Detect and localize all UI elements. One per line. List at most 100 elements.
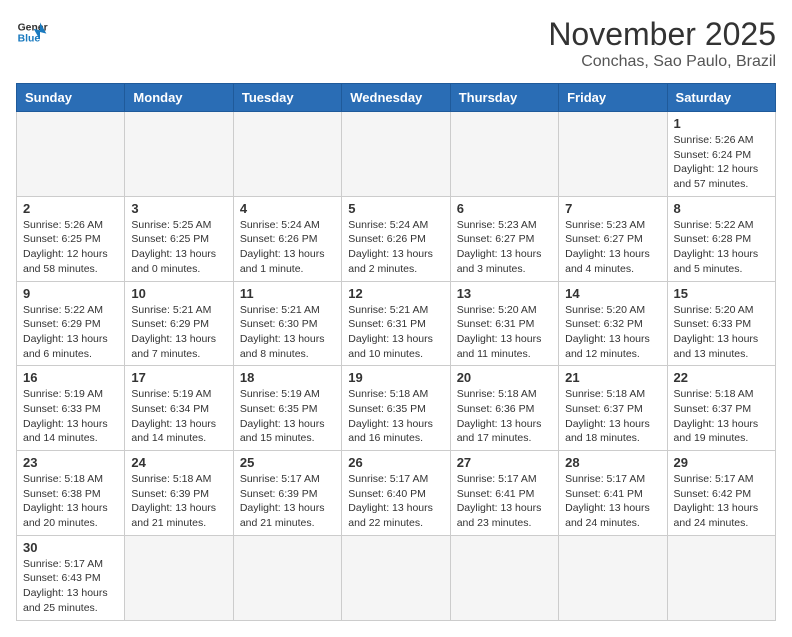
empty-cell (450, 535, 558, 620)
day-cell-17: 17Sunrise: 5:19 AMSunset: 6:34 PMDayligh… (125, 366, 233, 451)
day-number-8: 8 (674, 201, 769, 216)
day-info-1: Sunrise: 5:26 AMSunset: 6:24 PMDaylight:… (674, 133, 769, 192)
svg-text:Blue: Blue (18, 34, 41, 45)
day-info-23: Sunrise: 5:18 AMSunset: 6:38 PMDaylight:… (23, 472, 118, 531)
day-cell-13: 13 Sunrise: 5:20 AMSunset: 6:31 PMDayligh… (450, 281, 558, 366)
header-thursday: Thursday (450, 84, 558, 112)
day-cell-12: 12 Sunrise: 5:21 AMSunset: 6:31 PMDayligh… (342, 281, 450, 366)
day-cell-15: 15 Sunrise: 5:20 AMSunset: 6:33 PMDayligh… (667, 281, 775, 366)
day-number-12: 12 (348, 286, 443, 301)
day-cell-24: 24 Sunrise: 5:18 AMSunset: 6:39 PMDayligh… (125, 451, 233, 536)
day-info-30: Sunrise: 5:17 AMSunset: 6:43 PMDaylight:… (23, 557, 118, 616)
day-info-3: Sunrise: 5:25 AMSunset: 6:25 PMDaylight:… (131, 218, 226, 277)
day-info-5: Sunrise: 5:24 AMSunset: 6:26 PMDaylight:… (348, 218, 443, 277)
day-info-11: Sunrise: 5:21 AMSunset: 6:30 PMDaylight:… (240, 303, 335, 362)
header-saturday: Saturday (667, 84, 775, 112)
day-info-9: Sunrise: 5:22 AMSunset: 6:29 PMDaylight:… (23, 303, 118, 362)
empty-cell (559, 535, 667, 620)
week-row-4: 16Sunrise: 5:19 AMSunset: 6:33 PMDayligh… (17, 366, 776, 451)
logo: General Blue (16, 16, 48, 48)
week-row-6: 30Sunrise: 5:17 AMSunset: 6:43 PMDayligh… (17, 535, 776, 620)
day-number-26: 26 (348, 455, 443, 470)
day-number-17: 17 (131, 370, 226, 385)
day-number-3: 3 (131, 201, 226, 216)
day-info-2: Sunrise: 5:26 AMSunset: 6:25 PMDaylight:… (23, 218, 118, 277)
day-number-20: 20 (457, 370, 552, 385)
day-info-24: Sunrise: 5:18 AMSunset: 6:39 PMDaylight:… (131, 472, 226, 531)
empty-cell (342, 112, 450, 197)
day-number-24: 24 (131, 455, 226, 470)
day-info-15: Sunrise: 5:20 AMSunset: 6:33 PMDaylight:… (674, 303, 769, 362)
day-cell-21: 21 Sunrise: 5:18 AMSunset: 6:37 PMDayligh… (559, 366, 667, 451)
day-info-22: Sunrise: 5:18 AMSunset: 6:37 PMDaylight:… (674, 387, 769, 446)
day-number-28: 28 (565, 455, 660, 470)
day-info-12: Sunrise: 5:21 AMSunset: 6:31 PMDaylight:… (348, 303, 443, 362)
day-number-15: 15 (674, 286, 769, 301)
day-cell-27: 27 Sunrise: 5:17 AMSunset: 6:41 PMDayligh… (450, 451, 558, 536)
week-row-5: 23Sunrise: 5:18 AMSunset: 6:38 PMDayligh… (17, 451, 776, 536)
day-number-18: 18 (240, 370, 335, 385)
day-cell-9: 9 Sunrise: 5:22 AMSunset: 6:29 PMDaylight… (17, 281, 125, 366)
day-number-29: 29 (674, 455, 769, 470)
day-cell-5: 5 Sunrise: 5:24 AMSunset: 6:26 PMDaylight… (342, 196, 450, 281)
header-tuesday: Tuesday (233, 84, 341, 112)
day-cell-30: 30Sunrise: 5:17 AMSunset: 6:43 PMDayligh… (17, 535, 125, 620)
day-cell-18: 18 Sunrise: 5:19 AMSunset: 6:35 PMDayligh… (233, 366, 341, 451)
day-number-25: 25 (240, 455, 335, 470)
day-number-14: 14 (565, 286, 660, 301)
day-cell-25: 25Sunrise: 5:17 AMSunset: 6:39 PMDayligh… (233, 451, 341, 536)
day-cell-1: 1 Sunrise: 5:26 AMSunset: 6:24 PMDaylight… (667, 112, 775, 197)
day-cell-4: 4Sunrise: 5:24 AMSunset: 6:26 PMDaylight… (233, 196, 341, 281)
day-number-6: 6 (457, 201, 552, 216)
title-area: November 2025 Conchas, Sao Paulo, Brazil (548, 16, 776, 71)
empty-cell (125, 112, 233, 197)
day-info-26: Sunrise: 5:17 AMSunset: 6:40 PMDaylight:… (348, 472, 443, 531)
empty-cell (667, 535, 775, 620)
day-info-6: Sunrise: 5:23 AMSunset: 6:27 PMDaylight:… (457, 218, 552, 277)
day-info-28: Sunrise: 5:17 AMSunset: 6:41 PMDaylight:… (565, 472, 660, 531)
header-sunday: Sunday (17, 84, 125, 112)
day-info-27: Sunrise: 5:17 AMSunset: 6:41 PMDaylight:… (457, 472, 552, 531)
day-info-20: Sunrise: 5:18 AMSunset: 6:36 PMDaylight:… (457, 387, 552, 446)
header-monday: Monday (125, 84, 233, 112)
week-row-1: 1 Sunrise: 5:26 AMSunset: 6:24 PMDaylight… (17, 112, 776, 197)
day-number-9: 9 (23, 286, 118, 301)
day-cell-19: 19 Sunrise: 5:18 AMSunset: 6:35 PMDayligh… (342, 366, 450, 451)
week-row-3: 9 Sunrise: 5:22 AMSunset: 6:29 PMDaylight… (17, 281, 776, 366)
day-info-10: Sunrise: 5:21 AMSunset: 6:29 PMDaylight:… (131, 303, 226, 362)
day-number-13: 13 (457, 286, 552, 301)
day-number-7: 7 (565, 201, 660, 216)
day-cell-8: 8Sunrise: 5:22 AMSunset: 6:28 PMDaylight… (667, 196, 775, 281)
empty-cell (450, 112, 558, 197)
day-cell-28: 28 Sunrise: 5:17 AMSunset: 6:41 PMDayligh… (559, 451, 667, 536)
day-number-1: 1 (674, 116, 769, 131)
day-cell-2: 2 Sunrise: 5:26 AMSunset: 6:25 PMDaylight… (17, 196, 125, 281)
day-info-18: Sunrise: 5:19 AMSunset: 6:35 PMDaylight:… (240, 387, 335, 446)
day-number-22: 22 (674, 370, 769, 385)
day-cell-22: 22 Sunrise: 5:18 AMSunset: 6:37 PMDayligh… (667, 366, 775, 451)
day-info-13: Sunrise: 5:20 AMSunset: 6:31 PMDaylight:… (457, 303, 552, 362)
day-cell-26: 26 Sunrise: 5:17 AMSunset: 6:40 PMDayligh… (342, 451, 450, 536)
empty-cell (342, 535, 450, 620)
header-friday: Friday (559, 84, 667, 112)
day-number-27: 27 (457, 455, 552, 470)
empty-cell (125, 535, 233, 620)
day-info-21: Sunrise: 5:18 AMSunset: 6:37 PMDaylight:… (565, 387, 660, 446)
day-cell-20: 20 Sunrise: 5:18 AMSunset: 6:36 PMDayligh… (450, 366, 558, 451)
day-cell-6: 6 Sunrise: 5:23 AMSunset: 6:27 PMDaylight… (450, 196, 558, 281)
month-title: November 2025 (548, 16, 776, 53)
day-info-19: Sunrise: 5:18 AMSunset: 6:35 PMDaylight:… (348, 387, 443, 446)
day-number-21: 21 (565, 370, 660, 385)
day-info-4: Sunrise: 5:24 AMSunset: 6:26 PMDaylight:… (240, 218, 335, 277)
day-number-5: 5 (348, 201, 443, 216)
header: General Blue November 2025 Conchas, Sao … (16, 16, 776, 71)
location-title: Conchas, Sao Paulo, Brazil (548, 53, 776, 71)
day-number-2: 2 (23, 201, 118, 216)
day-cell-29: 29Sunrise: 5:17 AMSunset: 6:42 PMDayligh… (667, 451, 775, 536)
day-number-19: 19 (348, 370, 443, 385)
logo-icon: General Blue (16, 16, 48, 48)
day-cell-16: 16Sunrise: 5:19 AMSunset: 6:33 PMDayligh… (17, 366, 125, 451)
day-info-14: Sunrise: 5:20 AMSunset: 6:32 PMDaylight:… (565, 303, 660, 362)
week-row-2: 2 Sunrise: 5:26 AMSunset: 6:25 PMDaylight… (17, 196, 776, 281)
day-cell-7: 7Sunrise: 5:23 AMSunset: 6:27 PMDaylight… (559, 196, 667, 281)
